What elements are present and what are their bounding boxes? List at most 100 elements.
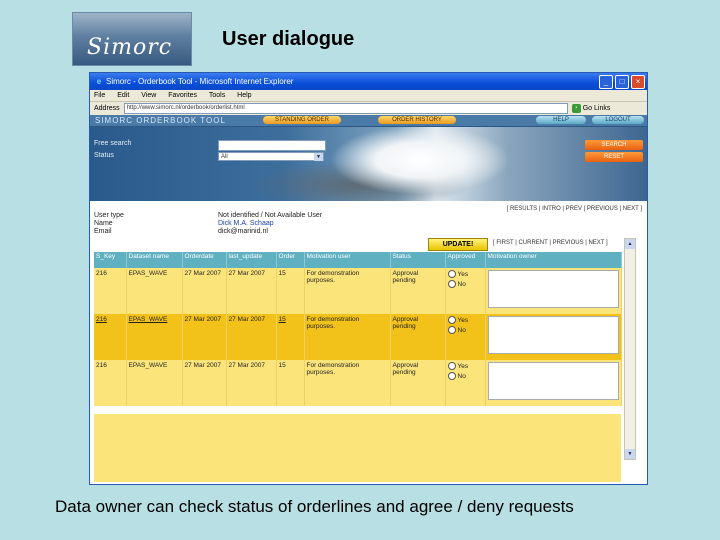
slide-title: User dialogue	[222, 28, 355, 50]
cell-last-update: 27 Mar 2007	[226, 360, 277, 406]
cell-motivation-user: For demonstration purposes.	[304, 314, 391, 360]
user-type-label: User type	[94, 212, 124, 219]
email-value: dick@marinid.nl	[218, 228, 268, 235]
simorc-logo: Simorc	[72, 12, 192, 66]
minimize-icon[interactable]: _	[599, 75, 613, 89]
email-label: Email	[94, 228, 112, 235]
table-header-row: S_Key Dataset name Orderdate last_update…	[94, 252, 622, 268]
pager-bottom[interactable]: [ FIRST | CURRENT | PREVIOUS | NEXT ]	[493, 240, 608, 246]
col-header[interactable]: Status	[390, 252, 446, 268]
browser-window: e Simorc - Orderbook Tool - Microsoft Int…	[89, 72, 648, 485]
cell-motivation-owner	[485, 268, 622, 314]
col-header[interactable]: Order	[276, 252, 305, 268]
user-type-value: Not identified / Not Available User	[218, 212, 323, 219]
motivation-owner-textarea[interactable]	[487, 362, 619, 400]
orderlines-table: S_Key Dataset name Orderdate last_update…	[94, 252, 622, 406]
address-input[interactable]: http://www.simorc.nl/orderbook/orderlist…	[123, 103, 568, 114]
user-info-values: Not identified / Not Available User Dick…	[218, 212, 322, 236]
logout-button[interactable]: LOGOUT	[592, 116, 644, 124]
update-button[interactable]: UPDATE!	[428, 238, 488, 251]
table-empty-area	[94, 414, 621, 482]
scroll-up-icon[interactable]: ▲	[625, 239, 635, 249]
cell-approved: Yes No	[445, 360, 486, 406]
web-page: SIMORC ORDERBOOK TOOL STANDING ORDER ORD…	[90, 115, 647, 484]
status-select[interactable]: All ▼	[218, 152, 324, 161]
menu-tools[interactable]: Tools	[209, 92, 225, 99]
pager-top[interactable]: [ RESULTS | INTRO | PREV | PREVIOUS | NE…	[507, 206, 642, 212]
approve-no-radio[interactable]: No	[447, 372, 483, 380]
help-button[interactable]: HELP	[536, 116, 586, 124]
search-button[interactable]: SEARCH	[585, 140, 643, 150]
col-header[interactable]: last_update	[226, 252, 277, 268]
col-header[interactable]: Motivation user	[304, 252, 391, 268]
maximize-icon[interactable]: □	[615, 75, 629, 89]
go-arrow-icon[interactable]: ›	[571, 104, 581, 113]
cell-status: Approval pending	[390, 314, 446, 360]
no-label: No	[457, 280, 466, 288]
close-icon[interactable]: ×	[631, 75, 645, 89]
col-header[interactable]: S_Key	[94, 252, 127, 268]
cell-dataset[interactable]: EPAS_WAVE	[126, 314, 183, 360]
cell-order: 15	[276, 360, 305, 406]
name-label: Name	[94, 220, 113, 227]
menu-file[interactable]: File	[94, 92, 105, 99]
cell-orderdate: 27 Mar 2007	[182, 268, 227, 314]
cell-key[interactable]: 216	[94, 314, 127, 360]
address-bar: Address http://www.simorc.nl/orderbook/o…	[90, 102, 647, 116]
wave-splash-decoration	[330, 125, 510, 195]
menu-help[interactable]: Help	[237, 92, 251, 99]
cell-last-update: 27 Mar 2007	[226, 314, 277, 360]
cell-motivation-owner	[485, 314, 622, 360]
name-value[interactable]: Dick M.A. Schaap	[218, 220, 322, 228]
window-title: Simorc - Orderbook Tool - Microsoft Inte…	[106, 77, 294, 86]
ie-icon: e	[96, 77, 102, 86]
cell-last-update: 27 Mar 2007	[226, 268, 277, 314]
order-history-button[interactable]: ORDER HISTORY	[378, 116, 456, 124]
col-header[interactable]: Orderdate	[182, 252, 227, 268]
approve-yes-radio[interactable]: Yes	[447, 270, 483, 278]
radio-icon	[447, 362, 456, 370]
reset-button[interactable]: RESET	[585, 152, 643, 162]
cell-order: 15	[276, 268, 305, 314]
yes-label: Yes	[457, 316, 469, 324]
standing-order-button[interactable]: STANDING ORDER	[263, 116, 341, 124]
menu-edit[interactable]: Edit	[117, 92, 129, 99]
scroll-down-icon[interactable]: ▼	[625, 449, 635, 459]
cell-status: Approval pending	[390, 360, 446, 406]
slide-caption: Data owner can check status of orderline…	[55, 497, 574, 516]
col-header[interactable]: Motivation owner	[485, 252, 622, 268]
approve-yes-radio[interactable]: Yes	[447, 316, 483, 324]
chevron-down-icon: ▼	[314, 153, 323, 161]
table-row: 216 EPAS_WAVE 27 Mar 2007 27 Mar 2007 15…	[94, 268, 622, 314]
table-row: 216 EPAS_WAVE 27 Mar 2007 27 Mar 2007 15…	[94, 360, 622, 406]
cell-order[interactable]: 15	[276, 314, 305, 360]
radio-icon	[447, 270, 456, 278]
motivation-owner-textarea[interactable]	[487, 270, 619, 308]
radio-icon	[447, 316, 456, 324]
cell-motivation-user: For demonstration purposes.	[304, 360, 391, 406]
free-search-label: Free search	[94, 140, 132, 147]
links-label[interactable]: Links	[594, 102, 610, 115]
vertical-scrollbar[interactable]: ▲ ▼	[624, 238, 636, 460]
approve-no-radio[interactable]: No	[447, 326, 483, 334]
menu-favorites[interactable]: Favorites	[168, 92, 197, 99]
yes-label: Yes	[457, 362, 469, 370]
cell-key: 216	[94, 360, 127, 406]
no-label: No	[457, 326, 466, 334]
table-row: 216 EPAS_WAVE 27 Mar 2007 27 Mar 2007 15…	[94, 314, 622, 360]
approve-yes-radio[interactable]: Yes	[447, 362, 483, 370]
free-search-input[interactable]	[218, 140, 326, 151]
cell-orderdate: 27 Mar 2007	[182, 360, 227, 406]
cell-orderdate: 27 Mar 2007	[182, 314, 227, 360]
status-select-value: All	[221, 154, 228, 160]
cell-dataset: EPAS_WAVE	[126, 268, 183, 314]
motivation-owner-textarea[interactable]	[487, 316, 619, 354]
go-button[interactable]: Go	[583, 102, 592, 115]
menu-view[interactable]: View	[141, 92, 156, 99]
browser-titlebar: e Simorc - Orderbook Tool - Microsoft Int…	[90, 73, 647, 90]
approve-no-radio[interactable]: No	[447, 280, 483, 288]
radio-icon	[447, 326, 456, 334]
page-header: SIMORC ORDERBOOK TOOL STANDING ORDER ORD…	[90, 115, 647, 201]
col-header[interactable]: Approved	[445, 252, 486, 268]
col-header[interactable]: Dataset name	[126, 252, 183, 268]
